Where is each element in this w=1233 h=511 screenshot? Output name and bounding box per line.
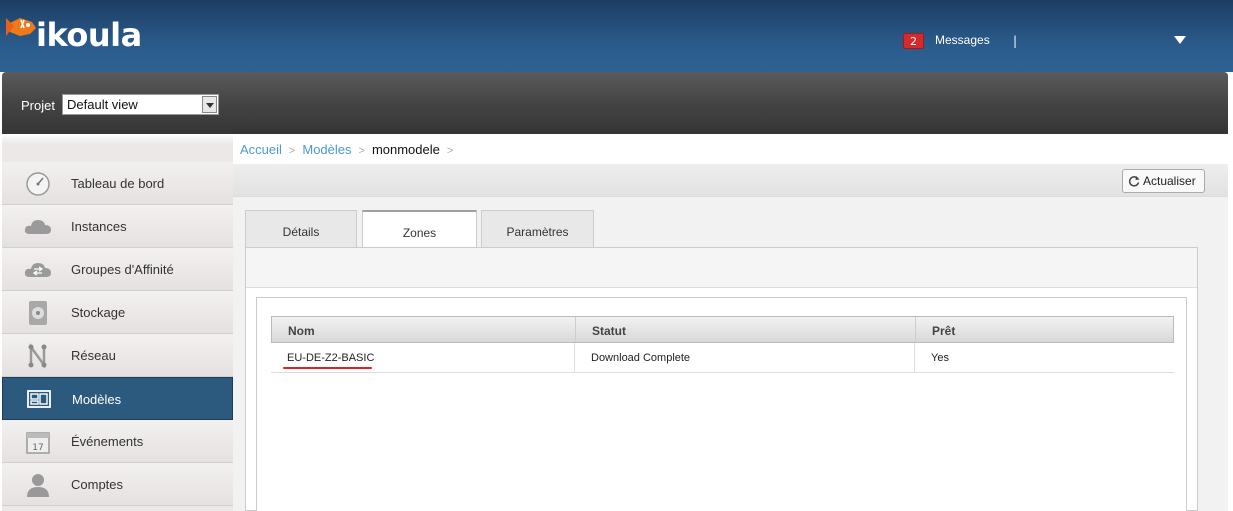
sidebar-item-evenements[interactable]: 17 Événements: [2, 420, 233, 463]
refresh-button-label: Actualiser: [1143, 174, 1196, 188]
annotation-underline: [283, 367, 372, 369]
cell-pret: Yes: [931, 352, 949, 364]
sidebar-item-label: Groupes d'Affinité: [71, 262, 174, 277]
ikoula-logo[interactable]: ikoula: [6, 12, 146, 62]
breadcrumb-modeles[interactable]: Modèles: [302, 142, 351, 157]
calendar-icon: 17: [26, 432, 50, 454]
project-label: Projet: [21, 98, 55, 113]
breadcrumb-separator: >: [446, 145, 454, 157]
cloud-icon: [24, 220, 51, 234]
breadcrumb-current: monmodele: [371, 142, 440, 157]
table-row[interactable]: EU-DE-Z2-BASIC Download Complete Yes: [271, 343, 1174, 373]
cell-statut: Download Complete: [575, 343, 915, 372]
sidebar-item-groupes-affinite[interactable]: Groupes d'Affinité: [2, 248, 233, 291]
sidebar-item-label: Modèles: [72, 392, 122, 407]
header-separator: |: [1013, 34, 1018, 48]
zones-list-container: Nom Statut Prêt EU-DE-Z2-BASIC Download …: [256, 297, 1187, 511]
refresh-button[interactable]: Actualiser: [1122, 169, 1205, 193]
sidebar-item-label: Événements: [71, 434, 144, 449]
top-header: ikoula 2 Messages |: [0, 0, 1233, 72]
logo-text: ikoula: [36, 16, 142, 54]
table-header: Nom Statut Prêt: [271, 316, 1174, 343]
project-select[interactable]: Default view: [62, 94, 219, 115]
tab-label: Paramètres: [506, 225, 569, 239]
toolbar: Actualiser: [233, 164, 1228, 197]
zones-tab-panel: Nom Statut Prêt EU-DE-Z2-BASIC Download …: [245, 247, 1198, 511]
breadcrumb-separator: >: [358, 145, 365, 157]
select-arrow-icon[interactable]: [202, 96, 217, 113]
sidebar-item-tableau-de-bord[interactable]: Tableau de bord: [2, 162, 233, 205]
tab-zones[interactable]: Zones: [362, 210, 477, 249]
tab-label: Détails: [282, 225, 320, 239]
user-menu-caret-icon[interactable]: [1174, 36, 1186, 44]
column-header-statut[interactable]: Statut: [576, 317, 916, 342]
dashboard-gauge-icon: [26, 172, 50, 196]
disk-icon: [29, 301, 47, 325]
tab-details[interactable]: Détails: [245, 210, 357, 248]
sidebar: Tableau de bord Instances Groupes d'Affi…: [2, 134, 233, 511]
messages-link[interactable]: Messages: [935, 33, 990, 47]
network-icon: [28, 343, 47, 369]
svg-text:17: 17: [32, 443, 43, 453]
sidebar-item-label: Tableau de bord: [71, 176, 165, 191]
messages-count-badge[interactable]: 2: [903, 33, 924, 49]
sidebar-item-label: Comptes: [71, 477, 124, 492]
sidebar-item-label: Instances: [71, 219, 127, 234]
fish-logo-icon: [6, 18, 36, 36]
tab-label: Zones: [402, 226, 437, 240]
zones-table: Nom Statut Prêt EU-DE-Z2-BASIC Download …: [271, 316, 1174, 373]
panel-header-strip: [246, 248, 1197, 288]
refresh-icon: [1128, 176, 1140, 187]
breadcrumb-separator: >: [288, 145, 296, 157]
templates-icon: [27, 390, 51, 408]
sidebar-item-reseau[interactable]: Réseau: [2, 334, 233, 377]
sidebar-item-instances[interactable]: Instances: [2, 205, 233, 248]
project-select-value: Default view: [67, 97, 138, 112]
breadcrumb: Accueil > Modèles > monmodele >: [233, 134, 1228, 164]
sidebar-item-label: Réseau: [71, 348, 116, 363]
main-content: Accueil > Modèles > monmodele > Actualiser Dé…: [233, 134, 1228, 511]
sidebar-item-modeles[interactable]: Modèles: [2, 377, 233, 420]
user-icon: [27, 474, 49, 497]
sidebar-item-stockage[interactable]: Stockage: [2, 291, 233, 334]
project-bar: Projet Default view: [2, 72, 1228, 134]
tab-parametres[interactable]: Paramètres: [481, 210, 594, 248]
column-header-nom[interactable]: Nom: [272, 317, 576, 342]
sidebar-top-spacer: [2, 134, 233, 144]
sidebar-item-comptes[interactable]: Comptes: [2, 463, 233, 506]
cloud-sync-icon: [24, 263, 51, 277]
column-header-pret[interactable]: Prêt: [916, 317, 1173, 342]
sidebar-item-label: Stockage: [71, 305, 126, 320]
breadcrumb-accueil[interactable]: Accueil: [240, 142, 282, 157]
